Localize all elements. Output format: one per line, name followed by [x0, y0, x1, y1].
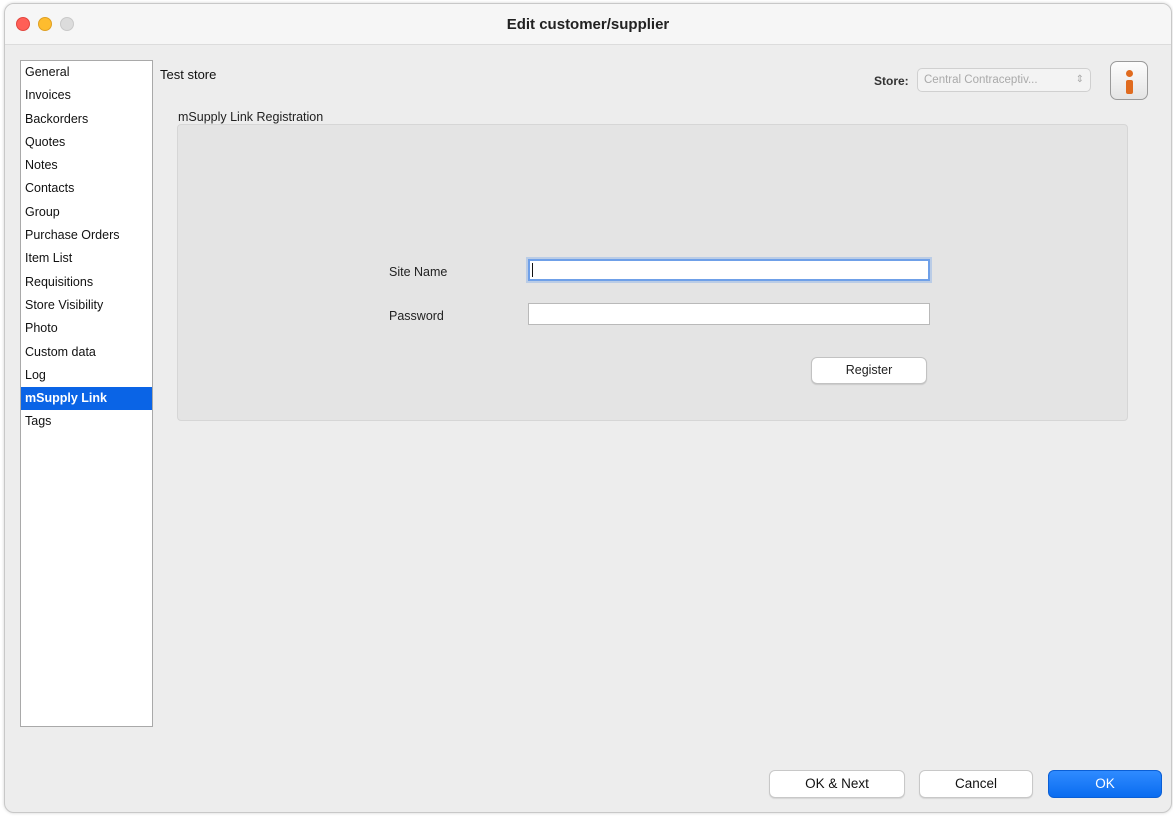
sidebar-item-invoices[interactable]: Invoices	[21, 84, 152, 107]
ok-button[interactable]: OK	[1048, 770, 1162, 798]
window-title: Edit customer/supplier	[506, 16, 670, 33]
sidebar-item-custom-data[interactable]: Custom data	[21, 341, 152, 364]
sidebar-item-group[interactable]: Group	[21, 201, 152, 224]
edit-customer-supplier-window: Edit customer/supplier General Invoices …	[4, 3, 1172, 813]
register-button[interactable]: Register	[811, 357, 927, 384]
sidebar-item-purchase-orders[interactable]: Purchase Orders	[21, 224, 152, 247]
store-name-label: Test store	[160, 67, 217, 82]
chevron-up-down-icon: ⇕	[1075, 74, 1084, 85]
info-button[interactable]	[1110, 61, 1148, 100]
info-icon	[1126, 70, 1133, 77]
site-name-field[interactable]	[528, 259, 930, 281]
ok-next-button[interactable]: OK & Next	[769, 770, 905, 798]
sidebar-item-log[interactable]: Log	[21, 364, 152, 387]
sidebar-item-item-list[interactable]: Item List	[21, 247, 152, 270]
cancel-button[interactable]: Cancel	[919, 770, 1033, 798]
info-icon-stem	[1126, 80, 1133, 94]
store-label: Store:	[874, 74, 909, 88]
registration-group-label: mSupply Link Registration	[178, 110, 324, 124]
store-select-value: Central Contraceptiv...	[924, 74, 1038, 86]
sidebar-item-notes[interactable]: Notes	[21, 154, 152, 177]
password-label: Password	[389, 309, 444, 323]
sidebar-item-store-visibility[interactable]: Store Visibility	[21, 294, 152, 317]
sidebar-item-requisitions[interactable]: Requisitions	[21, 271, 152, 294]
sidebar-list: General Invoices Backorders Quotes Notes…	[20, 60, 153, 727]
sidebar-item-tags[interactable]: Tags	[21, 410, 152, 433]
sidebar-item-backorders[interactable]: Backorders	[21, 108, 152, 131]
password-field[interactable]	[528, 303, 930, 325]
text-caret	[532, 263, 533, 277]
site-name-label: Site Name	[389, 265, 448, 279]
sidebar-item-photo[interactable]: Photo	[21, 317, 152, 340]
title-bar: Edit customer/supplier	[5, 4, 1171, 45]
sidebar-item-contacts[interactable]: Contacts	[21, 177, 152, 200]
sidebar-item-general[interactable]: General	[21, 61, 152, 84]
sidebar-item-msupply-link[interactable]: mSupply Link	[21, 387, 152, 411]
sidebar-item-quotes[interactable]: Quotes	[21, 131, 152, 154]
store-select[interactable]: Central Contraceptiv... ⇕	[917, 68, 1091, 92]
